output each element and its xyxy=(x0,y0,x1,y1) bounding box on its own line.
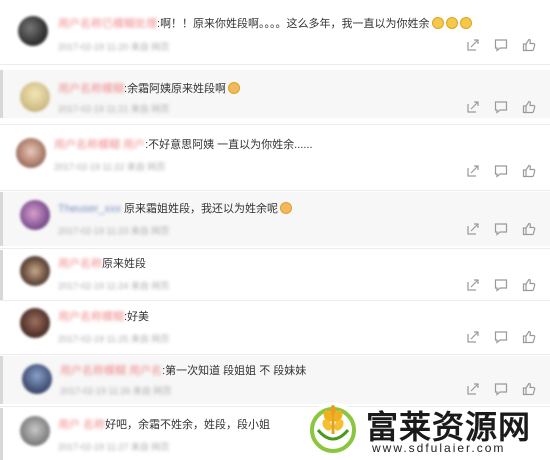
comment-line: 用户 名称好吧，余霜不姓余，姓段，段小姐 xyxy=(58,418,270,432)
comment-text: 原来姓段 xyxy=(102,258,146,270)
share-icon[interactable] xyxy=(466,100,480,114)
comment-username[interactable]: 用户名称模糊 xyxy=(58,83,124,95)
comment-feed: 用户名称已模糊处理:啊！！原来你姓段啊。。。。这么多年，我一直以为你姓余 201… xyxy=(0,0,550,460)
comment-username[interactable]: Theuser_xxx xyxy=(58,203,121,215)
comment-item: 用户名称模糊 用户名:第一次知道 段姐姐 不 段妹妹 2017-02-19 11… xyxy=(0,356,550,404)
comment-meta: 2017-02-19 11:24 来自 网页 xyxy=(58,281,170,291)
emoji-icon xyxy=(228,82,241,94)
comment-meta: 2017-02-19 11:22 来自 网页 xyxy=(54,162,166,172)
comment-line: 用户名称模糊:余霜阿姨原来姓段啊 xyxy=(58,82,241,96)
comment-icon[interactable] xyxy=(494,278,508,292)
comment-icon[interactable] xyxy=(494,164,508,178)
comment-line: 用户名称已模糊处理:啊！！原来你姓段啊。。。。这么多年，我一直以为你姓余 xyxy=(58,17,472,31)
comment-line: 用户名称原来姓段 xyxy=(58,257,146,271)
share-icon[interactable] xyxy=(466,382,480,396)
share-icon[interactable] xyxy=(466,38,480,52)
share-icon[interactable] xyxy=(466,278,480,292)
comment-line: 用户名称模糊 用户:不好意思阿姨 一直以为你姓余...... xyxy=(54,139,313,151)
comment-username[interactable]: 用户名称模糊 用户名 xyxy=(60,365,162,377)
like-icon[interactable] xyxy=(522,222,536,236)
comment-line: 用户名称模糊:好美 xyxy=(58,311,150,323)
emoji-icon xyxy=(459,17,472,29)
comment-line: 用户名称模糊 用户名:第一次知道 段姐姐 不 段妹妹 xyxy=(60,365,307,377)
like-icon[interactable] xyxy=(522,164,536,178)
divider xyxy=(0,124,550,125)
comment-text: 不好意思阿姨 一直以为你姓余...... xyxy=(148,139,313,151)
comment-meta: 2017-02-19 11:23 来自 网页 xyxy=(58,226,170,236)
comment-username[interactable]: 用户名称已模糊处理 xyxy=(58,18,157,30)
comment-meta: 2017-02-19 11:26 来自 网页 xyxy=(60,386,172,396)
comment-actions xyxy=(466,382,536,396)
indent-bar xyxy=(0,192,3,246)
comment-meta: 2017-02-19 11:25 来自 网页 xyxy=(58,334,170,344)
avatar[interactable] xyxy=(22,364,52,394)
comment-icon[interactable] xyxy=(494,330,508,344)
divider xyxy=(0,354,550,355)
comment-icon[interactable] xyxy=(494,38,508,52)
like-icon[interactable] xyxy=(522,38,536,52)
comment-actions xyxy=(466,330,536,344)
comment-icon[interactable] xyxy=(494,100,508,114)
comment-text: 好吧，余霜不姓余，姓段，段小姐 xyxy=(105,419,271,431)
avatar[interactable] xyxy=(20,82,50,112)
like-icon[interactable] xyxy=(522,330,536,344)
emoji-icon xyxy=(280,202,293,214)
comment-line: Theuser_xxx 原来霜姐姓段，我还以为姓余呢 xyxy=(58,202,293,216)
avatar[interactable] xyxy=(20,416,50,446)
share-icon[interactable] xyxy=(466,164,480,178)
comment-icon[interactable] xyxy=(494,222,508,236)
emoji-icon xyxy=(431,17,444,29)
avatar[interactable] xyxy=(18,16,48,46)
comment-text: 原来霜姐姓段，我还以为姓余呢 xyxy=(124,203,279,215)
comment-actions xyxy=(466,278,536,292)
divider xyxy=(0,64,550,65)
indent-bar xyxy=(0,408,3,460)
divider xyxy=(0,190,550,191)
comment-item: 用户名称已模糊处理:啊！！原来你姓段啊。。。。这么多年，我一直以为你姓余 201… xyxy=(0,0,550,62)
like-icon[interactable] xyxy=(522,278,536,292)
avatar[interactable] xyxy=(16,138,46,168)
comment-username[interactable]: 用户 名称 xyxy=(58,419,105,431)
comment-item: 用户名称原来姓段 2017-02-19 11:24 来自 网页 xyxy=(0,250,550,300)
comment-meta: 2017-02-19 11:21 来自 网页 xyxy=(58,104,170,114)
comment-actions xyxy=(466,222,536,236)
indent-bar xyxy=(0,250,3,300)
comment-item: 用户名称模糊:好美 2017-02-19 11:25 来自 网页 xyxy=(0,302,550,352)
comment-actions xyxy=(466,38,536,52)
site-watermark: 富莱资源网 www.sdfulaier.com xyxy=(300,398,550,460)
comment-item: Theuser_xxx 原来霜姐姓段，我还以为姓余呢 2017-02-19 11… xyxy=(0,192,550,246)
comment-username[interactable]: 用户名称 xyxy=(58,258,102,270)
comment-actions xyxy=(466,100,536,114)
comment-item: 用户名称模糊 用户:不好意思阿姨 一直以为你姓余...... 2017-02-1… xyxy=(0,128,550,188)
share-icon[interactable] xyxy=(466,222,480,236)
comment-meta: 2017-02-19 11:27 来自 网页 xyxy=(58,442,170,452)
comment-username[interactable]: 用户名称模糊 xyxy=(58,311,124,323)
divider xyxy=(0,248,550,249)
avatar[interactable] xyxy=(20,200,50,230)
watermark-url: www.sdfulaier.com xyxy=(372,441,506,455)
comment-meta: 2017-02-19 11:20 来自 网页 xyxy=(58,42,170,52)
like-icon[interactable] xyxy=(522,100,536,114)
like-icon[interactable] xyxy=(522,382,536,396)
avatar[interactable] xyxy=(20,256,50,286)
comment-text: 第一次知道 段姐姐 不 段妹妹 xyxy=(165,365,307,377)
share-icon[interactable] xyxy=(466,330,480,344)
divider xyxy=(0,300,550,301)
comment-actions xyxy=(466,164,536,178)
wheat-logo-icon xyxy=(306,400,360,454)
comment-text: 余霜阿姨原来姓段啊 xyxy=(127,83,227,95)
avatar[interactable] xyxy=(20,308,50,338)
comment-icon[interactable] xyxy=(494,382,508,396)
indent-bar xyxy=(0,70,3,118)
comment-text: 啊！！原来你姓段啊。。。。这么多年，我一直以为你姓余 xyxy=(160,18,430,30)
indent-bar xyxy=(0,356,3,404)
comment-username[interactable]: 用户名称模糊 用户 xyxy=(54,139,145,151)
emoji-icon xyxy=(445,17,458,29)
comment-item: 用户名称模糊:余霜阿姨原来姓段啊 2017-02-19 11:21 来自 网页 xyxy=(0,70,550,118)
comment-text: 好美 xyxy=(127,311,150,323)
